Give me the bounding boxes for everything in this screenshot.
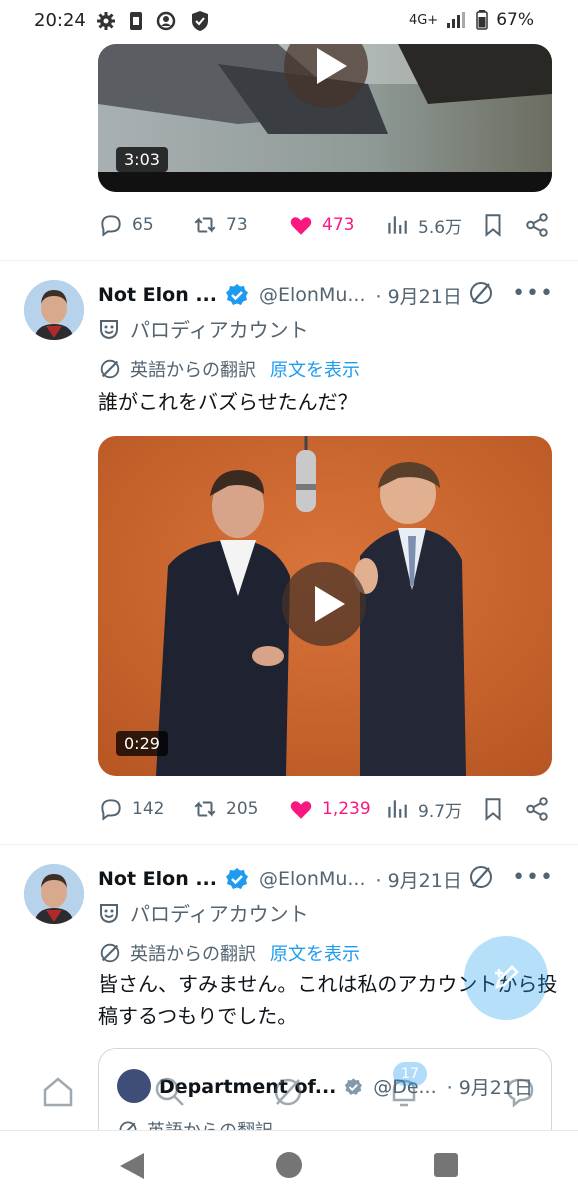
- reply-count-top: 65: [132, 215, 154, 235]
- retweet-icon: [194, 217, 216, 233]
- home-icon[interactable]: [40, 1074, 76, 1110]
- bookmark-button[interactable]: [480, 796, 506, 822]
- like-button-top[interactable]: 473: [288, 212, 354, 238]
- account-sync-icon: [156, 11, 176, 31]
- grok-tab-icon[interactable]: [270, 1074, 306, 1110]
- play-button[interactable]: [282, 562, 366, 646]
- reply-icon: [101, 215, 121, 237]
- battery-level: 67%: [496, 10, 534, 30]
- recent-apps-icon[interactable]: [434, 1153, 458, 1177]
- tweet-date[interactable]: · 9月21日: [376, 282, 462, 309]
- parody-text: パロディアカウント: [130, 902, 309, 926]
- like-count-top: 473: [322, 215, 355, 235]
- translation-notice: 英語からの翻訳 原文を表示: [98, 356, 360, 382]
- home-circle-icon[interactable]: [276, 1152, 302, 1178]
- view-count: 9.7万: [418, 801, 463, 822]
- heart-filled-icon: [290, 801, 312, 819]
- reply-button-top[interactable]: 65: [98, 212, 154, 238]
- gear-icon: [97, 12, 115, 30]
- views-icon: [388, 216, 407, 234]
- like-button[interactable]: 1,239: [288, 796, 371, 822]
- tweet-text: 誰がこれをバズらせたんだ？: [98, 390, 358, 414]
- share-button-top[interactable]: [524, 212, 550, 238]
- view-count-top: 5.6万: [418, 217, 463, 238]
- compose-icon: [495, 965, 519, 989]
- display-name[interactable]: Not Elon ...: [98, 284, 217, 306]
- username-handle[interactable]: @ElonMu...: [259, 868, 366, 890]
- action-bar-top: 65 73 473 5.6万: [98, 212, 558, 246]
- status-time: 20:24: [34, 10, 86, 31]
- bookmark-button-top[interactable]: [480, 212, 506, 238]
- video-duration-top: 3:03: [116, 147, 168, 172]
- translation-notice: 英語からの翻訳 原文を表示: [98, 940, 360, 966]
- avatar[interactable]: [24, 864, 84, 924]
- translated-from-label: 英語からの翻訳: [130, 360, 256, 381]
- retweet-count-top: 73: [226, 215, 248, 235]
- username-handle[interactable]: @ElonMu...: [259, 284, 366, 306]
- parody-label: パロディアカウント: [98, 898, 309, 927]
- notifications-badge: 17: [393, 1062, 427, 1086]
- retweet-icon: [194, 801, 216, 817]
- parody-label: パロディアカウント: [98, 314, 309, 343]
- divider: [0, 260, 578, 261]
- parody-text: パロディアカウント: [130, 318, 309, 342]
- bookmark-icon: [485, 214, 501, 237]
- retweet-button-top[interactable]: 73: [192, 212, 248, 238]
- divider: [0, 844, 578, 845]
- system-nav-bar: [0, 1130, 578, 1200]
- parody-mask-icon: [100, 903, 118, 923]
- verified-badge-icon: [226, 284, 248, 305]
- reply-icon: [101, 799, 121, 821]
- status-bar: 20:24 4G+ 67%: [0, 0, 578, 44]
- network-type: 4G+: [408, 12, 439, 28]
- grok-icon[interactable]: [468, 280, 494, 306]
- video-thumbnail-top[interactable]: 3:03: [98, 44, 552, 192]
- display-name[interactable]: Not Elon ...: [98, 868, 217, 890]
- translate-icon: [100, 943, 120, 963]
- views-button-top[interactable]: 5.6万: [384, 212, 462, 238]
- bookmark-icon: [485, 798, 501, 821]
- reply-button[interactable]: 142: [98, 796, 164, 822]
- verified-badge-icon: [226, 868, 248, 889]
- tweet-date[interactable]: · 9月21日: [376, 866, 462, 893]
- search-icon[interactable]: [152, 1074, 188, 1110]
- show-original-link[interactable]: 原文を表示: [270, 940, 360, 966]
- sim-icon: [130, 12, 142, 30]
- video-duration: 0:29: [116, 731, 168, 756]
- share-icon: [526, 213, 548, 237]
- more-options-icon[interactable]: •••: [512, 865, 554, 890]
- avatar[interactable]: [24, 280, 84, 340]
- reply-count: 142: [132, 799, 165, 819]
- video-thumbnail[interactable]: 0:29: [98, 436, 552, 776]
- translated-from-label: 英語からの翻訳: [130, 944, 256, 965]
- back-icon[interactable]: [120, 1153, 144, 1179]
- heart-filled-icon: [290, 217, 312, 235]
- views-button[interactable]: 9.7万: [384, 796, 462, 822]
- show-original-link[interactable]: 原文を表示: [270, 356, 360, 382]
- views-icon: [388, 800, 407, 818]
- like-count: 1,239: [322, 799, 371, 819]
- tweet-header: Not Elon ... @ElonMu... · 9月21日 •••: [98, 864, 554, 894]
- tweet-header: Not Elon ... @ElonMu... · 9月21日 •••: [98, 280, 554, 310]
- messages-icon[interactable]: [502, 1074, 538, 1110]
- translate-icon: [100, 359, 120, 379]
- parody-mask-icon: [100, 319, 118, 339]
- shield-icon: [192, 11, 208, 31]
- retweet-button[interactable]: 205: [192, 796, 258, 822]
- grok-icon[interactable]: [468, 864, 494, 890]
- share-button[interactable]: [524, 796, 550, 822]
- action-bar: 142 205 1,239 9.7万: [98, 796, 558, 830]
- bottom-tab-bar: [0, 1060, 578, 1126]
- share-icon: [526, 797, 548, 821]
- retweet-count: 205: [226, 799, 259, 819]
- battery-icon: [476, 10, 488, 30]
- more-options-icon[interactable]: •••: [512, 281, 554, 306]
- signal-icon: [447, 12, 466, 28]
- compose-button[interactable]: [464, 936, 548, 1020]
